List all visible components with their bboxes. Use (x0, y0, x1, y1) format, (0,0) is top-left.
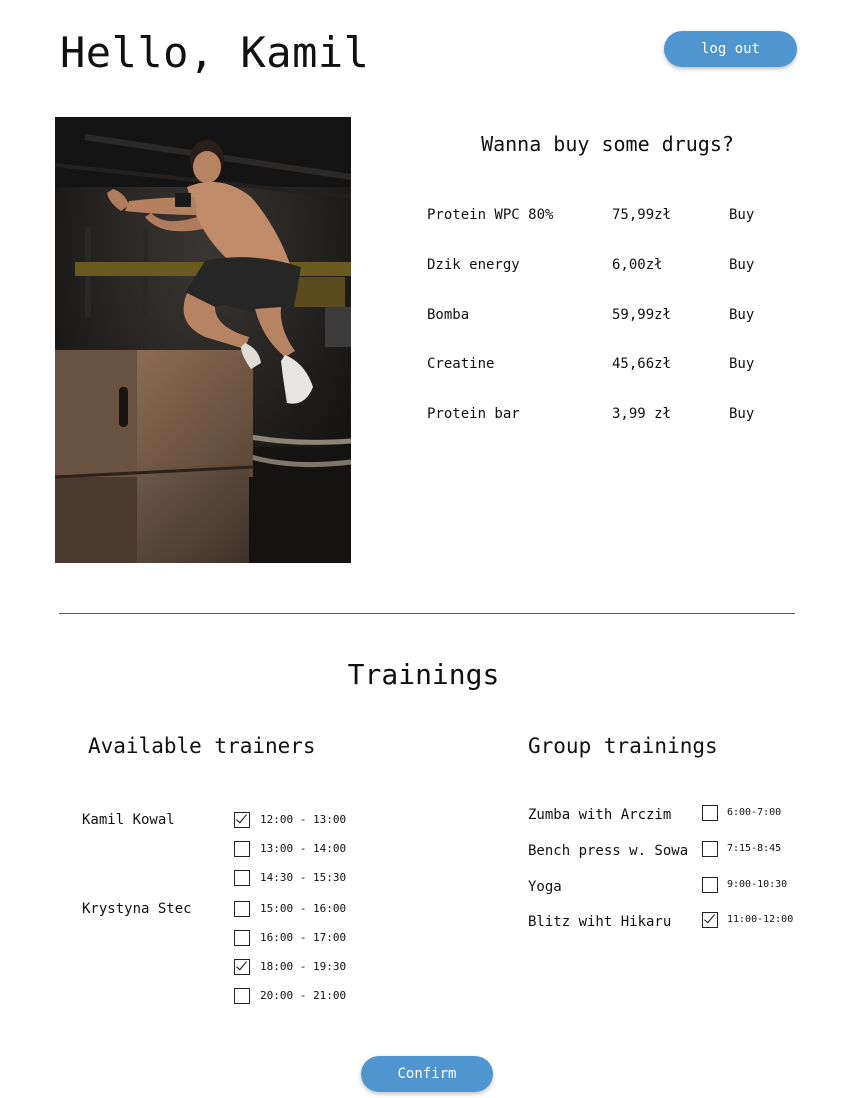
product-price: 75,99zł (612, 207, 672, 223)
product-price: 3,99 zł (612, 406, 672, 422)
group-training-checkbox[interactable] (702, 805, 718, 821)
logout-button[interactable]: log out (664, 31, 797, 67)
group-training-time: 6:00-7:00 (727, 807, 782, 818)
product-row: Dzik energy 6,00zł Buy (427, 255, 827, 275)
slot-time: 14:30 - 15:30 (260, 871, 347, 884)
product-price: 45,66zł (612, 356, 672, 372)
buy-link[interactable]: Buy (729, 354, 754, 374)
slot-checkbox[interactable] (234, 959, 250, 975)
shop-title: Wanna buy some drugs? (481, 132, 734, 156)
product-name: Bomba (427, 307, 470, 323)
slot-checkbox[interactable] (234, 812, 250, 828)
product-row: Protein bar 3,99 zł Buy (427, 404, 827, 424)
buy-link[interactable]: Buy (729, 404, 754, 424)
slot-checkbox[interactable] (234, 870, 250, 886)
trainer-name: Kamil Kowal (82, 812, 175, 828)
product-row: Protein WPC 80% 75,99zł Buy (427, 205, 827, 225)
trainings-title: Trainings (347, 658, 500, 691)
product-name: Dzik energy (427, 257, 520, 273)
confirm-button[interactable]: Confirm (361, 1056, 493, 1092)
group-training-time: 7:15-8:45 (727, 843, 782, 854)
group-training-time: 9:00-10:30 (727, 879, 788, 890)
athlete-photo (55, 117, 351, 563)
slot-time: 18:00 - 19:30 (260, 960, 347, 973)
group-training-name: Yoga (528, 879, 562, 895)
product-name: Protein bar (427, 406, 520, 422)
slot-checkbox[interactable] (234, 988, 250, 1004)
group-training-time: 11:00-12:00 (727, 914, 794, 925)
product-name: Protein WPC 80% (427, 207, 554, 223)
buy-link[interactable]: Buy (729, 305, 754, 325)
product-name: Creatine (427, 356, 495, 372)
product-price: 59,99zł (612, 307, 672, 323)
group-training-name: Blitz wiht Hikaru (528, 914, 672, 930)
product-row: Creatine 45,66zł Buy (427, 354, 827, 374)
group-training-checkbox[interactable] (702, 841, 718, 857)
section-divider (59, 613, 795, 614)
group-training-row: Zumba with Arczim 6:00-7:00 (528, 805, 828, 825)
slot-time: 12:00 - 13:00 (260, 813, 347, 826)
slot-time: 13:00 - 14:00 (260, 842, 347, 855)
available-trainers-title: Available trainers (88, 734, 316, 758)
group-training-row: Blitz wiht Hikaru 11:00-12:00 (528, 912, 828, 932)
page-title: Hello, Kamil (60, 28, 370, 77)
group-training-row: Bench press w. Sowa 7:15-8:45 (528, 841, 828, 861)
slot-checkbox[interactable] (234, 930, 250, 946)
product-row: Bomba 59,99zł Buy (427, 305, 827, 325)
slot-time: 20:00 - 21:00 (260, 989, 347, 1002)
group-training-name: Zumba with Arczim (528, 807, 672, 823)
group-training-row: Yoga 9:00-10:30 (528, 877, 828, 897)
group-trainings-title: Group trainings (528, 734, 718, 758)
group-training-name: Bench press w. Sowa (528, 843, 689, 859)
slot-time: 16:00 - 17:00 (260, 931, 347, 944)
group-training-checkbox[interactable] (702, 912, 718, 928)
trainer-name: Krystyna Stec (82, 901, 192, 917)
product-price: 6,00zł (612, 257, 663, 273)
buy-link[interactable]: Buy (729, 205, 754, 225)
slot-checkbox[interactable] (234, 841, 250, 857)
group-training-checkbox[interactable] (702, 877, 718, 893)
slot-time: 15:00 - 16:00 (260, 902, 347, 915)
slot-checkbox[interactable] (234, 901, 250, 917)
buy-link[interactable]: Buy (729, 255, 754, 275)
